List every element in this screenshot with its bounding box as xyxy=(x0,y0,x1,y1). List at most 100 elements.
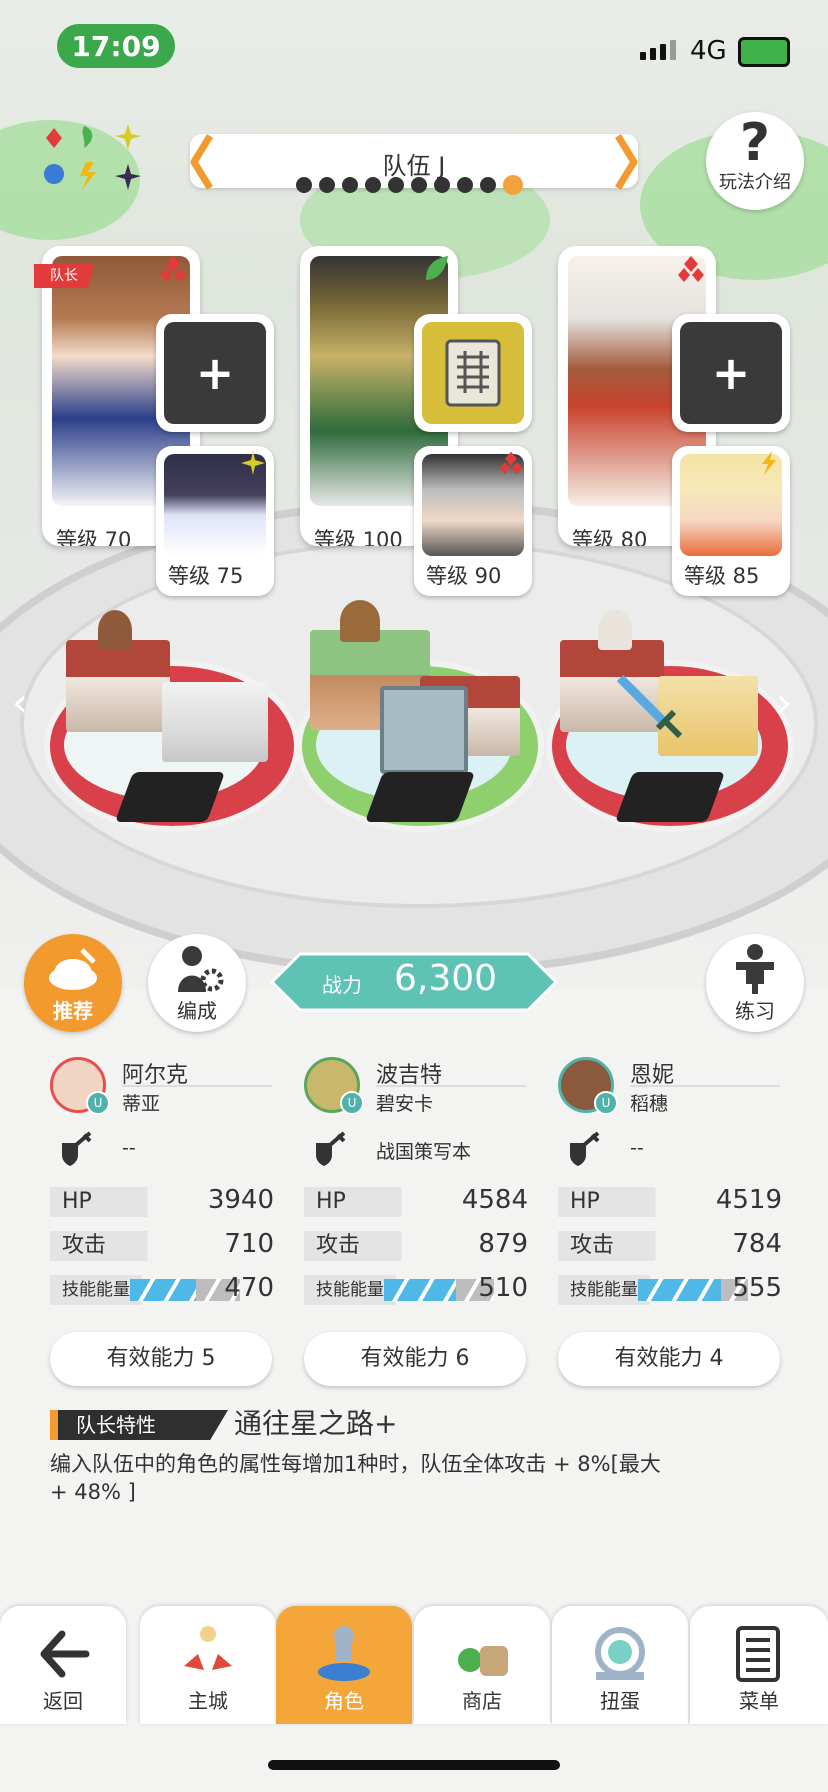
support-level: 等级 85 xyxy=(678,558,766,592)
leader-badge: 队长 xyxy=(34,264,94,288)
skill-energy-label: 技能能量 xyxy=(558,1275,650,1305)
page-dot[interactable] xyxy=(411,177,427,193)
hero-sprite xyxy=(340,600,380,642)
nav-character[interactable]: 角色 xyxy=(276,1606,412,1724)
skill-energy-value: 555 xyxy=(732,1273,782,1303)
hp-value: 4519 xyxy=(715,1185,782,1215)
page-dot[interactable] xyxy=(434,177,450,193)
page-dot[interactable] xyxy=(296,177,312,193)
page-dot[interactable] xyxy=(457,177,473,193)
nav-menu[interactable]: 菜单 xyxy=(690,1606,828,1724)
effective-ability-button[interactable]: 有效能力 5 xyxy=(50,1332,272,1386)
partner-badge-icon: U xyxy=(594,1091,618,1115)
attack-value: 710 xyxy=(224,1229,274,1259)
network-label: 4G xyxy=(690,36,727,66)
effective-ability-button[interactable]: 有效能力 6 xyxy=(304,1332,526,1386)
equip-slot-book[interactable] xyxy=(414,314,532,432)
page-dot[interactable] xyxy=(365,177,381,193)
gem-tile xyxy=(364,772,476,822)
support-block xyxy=(162,682,268,762)
divider xyxy=(376,1085,526,1087)
trait-desc-line: 编入队伍中的角色的属性每增加1种时，队伍全体攻击 + 8%[最大 xyxy=(50,1452,661,1476)
menu-list-icon xyxy=(736,1626,780,1682)
sword-sprite xyxy=(616,674,683,739)
skill-bar-fill xyxy=(638,1279,721,1301)
training-dummy-icon xyxy=(736,944,774,994)
attack-label: 攻击 xyxy=(304,1231,426,1261)
scroll-right-icon[interactable]: › xyxy=(776,680,792,726)
person-gear-icon xyxy=(178,946,224,992)
element-cycle-icon[interactable] xyxy=(40,122,150,194)
shop-icon xyxy=(458,1646,508,1676)
attack-label: 攻击 xyxy=(558,1231,680,1261)
attack-row: 攻击 784 xyxy=(558,1229,782,1263)
page-dot[interactable] xyxy=(480,177,496,193)
hp-row: HP 4584 xyxy=(304,1185,528,1219)
leader-trait-description: 编入队伍中的角色的属性每增加1种时，队伍全体攻击 + 8%[最大 + 48% ] xyxy=(50,1450,710,1506)
practice-label: 练习 xyxy=(735,999,775,1023)
partner-badge-icon: U xyxy=(86,1091,110,1115)
recommend-button[interactable]: 推荐 xyxy=(24,934,122,1032)
skill-energy-label: 技能能量 xyxy=(304,1275,396,1305)
nav-menu-label: 菜单 xyxy=(739,1689,779,1713)
skill-energy-value: 470 xyxy=(224,1273,274,1303)
skill-bar-fill xyxy=(384,1279,456,1301)
attack-value: 879 xyxy=(478,1229,528,1259)
book-equip-icon xyxy=(422,322,524,424)
hp-label: HP xyxy=(558,1187,680,1217)
nav-gacha[interactable]: 扭蛋 xyxy=(552,1606,688,1724)
practice-button[interactable]: 练习 xyxy=(706,934,804,1032)
character-icon xyxy=(318,1626,370,1681)
trait-desc-line: + 48% ] xyxy=(50,1480,136,1504)
equip-slot-empty[interactable]: + xyxy=(156,314,274,432)
hp-value: 4584 xyxy=(461,1185,528,1215)
formation-button[interactable]: 编成 xyxy=(148,934,246,1032)
page-dot[interactable] xyxy=(342,177,358,193)
skill-energy-row: 技能能量 510 xyxy=(304,1273,528,1307)
hp-label: HP xyxy=(50,1187,172,1217)
diamond-element-icon xyxy=(499,451,523,475)
attack-value: 784 xyxy=(732,1229,782,1259)
home-indicator xyxy=(268,1760,560,1770)
gem-tile xyxy=(114,772,226,822)
partner-name: 碧安卡 xyxy=(376,1093,434,1115)
gem-tile xyxy=(614,772,726,822)
leaf-element-icon xyxy=(426,256,448,280)
support-level: 等级 90 xyxy=(420,558,508,592)
battery-icon xyxy=(738,37,790,67)
page-dot[interactable] xyxy=(388,177,404,193)
weapon-name: -- xyxy=(630,1137,644,1159)
question-icon: ? xyxy=(739,113,771,173)
hero-sprite xyxy=(98,610,132,650)
attack-row: 攻击 879 xyxy=(304,1229,528,1263)
partner-badge-icon: U xyxy=(340,1091,364,1115)
leader-trait-tag: 队长特性 xyxy=(50,1410,228,1440)
help-button[interactable]: ? 玩法介绍 xyxy=(706,112,804,210)
diamond-element-icon xyxy=(678,256,704,282)
page-dot-active[interactable] xyxy=(503,175,523,195)
status-time: 17:09 xyxy=(57,24,175,68)
team-page-dots[interactable] xyxy=(296,175,523,195)
hp-label: HP xyxy=(304,1187,426,1217)
attack-row: 攻击 710 xyxy=(50,1229,274,1263)
leader-trait-name: 通往星之路+ xyxy=(234,1407,398,1440)
divider xyxy=(122,1085,272,1087)
hp-value: 3940 xyxy=(207,1185,274,1215)
town-icon xyxy=(184,1626,232,1670)
skill-energy-label: 技能能量 xyxy=(50,1275,142,1305)
effective-ability-button[interactable]: 有效能力 4 xyxy=(558,1332,780,1386)
skill-energy-row: 技能能量 470 xyxy=(50,1273,274,1307)
scroll-left-icon[interactable]: ‹ xyxy=(12,680,28,726)
nav-town[interactable]: 主城 xyxy=(140,1606,276,1724)
hero-level: 等级 80 xyxy=(566,522,654,546)
page-dot[interactable] xyxy=(319,177,335,193)
nav-back[interactable]: 返回 xyxy=(0,1606,126,1724)
equip-slot-empty[interactable]: + xyxy=(672,314,790,432)
team-title: 队伍 J xyxy=(382,152,446,180)
nav-shop[interactable]: 商店 xyxy=(414,1606,550,1724)
partner-name: 蒂亚 xyxy=(122,1093,161,1115)
nav-shop-label: 商店 xyxy=(462,1689,502,1713)
divider xyxy=(630,1085,780,1087)
book-item-sprite xyxy=(380,686,468,774)
skill-energy-value: 510 xyxy=(478,1273,528,1303)
